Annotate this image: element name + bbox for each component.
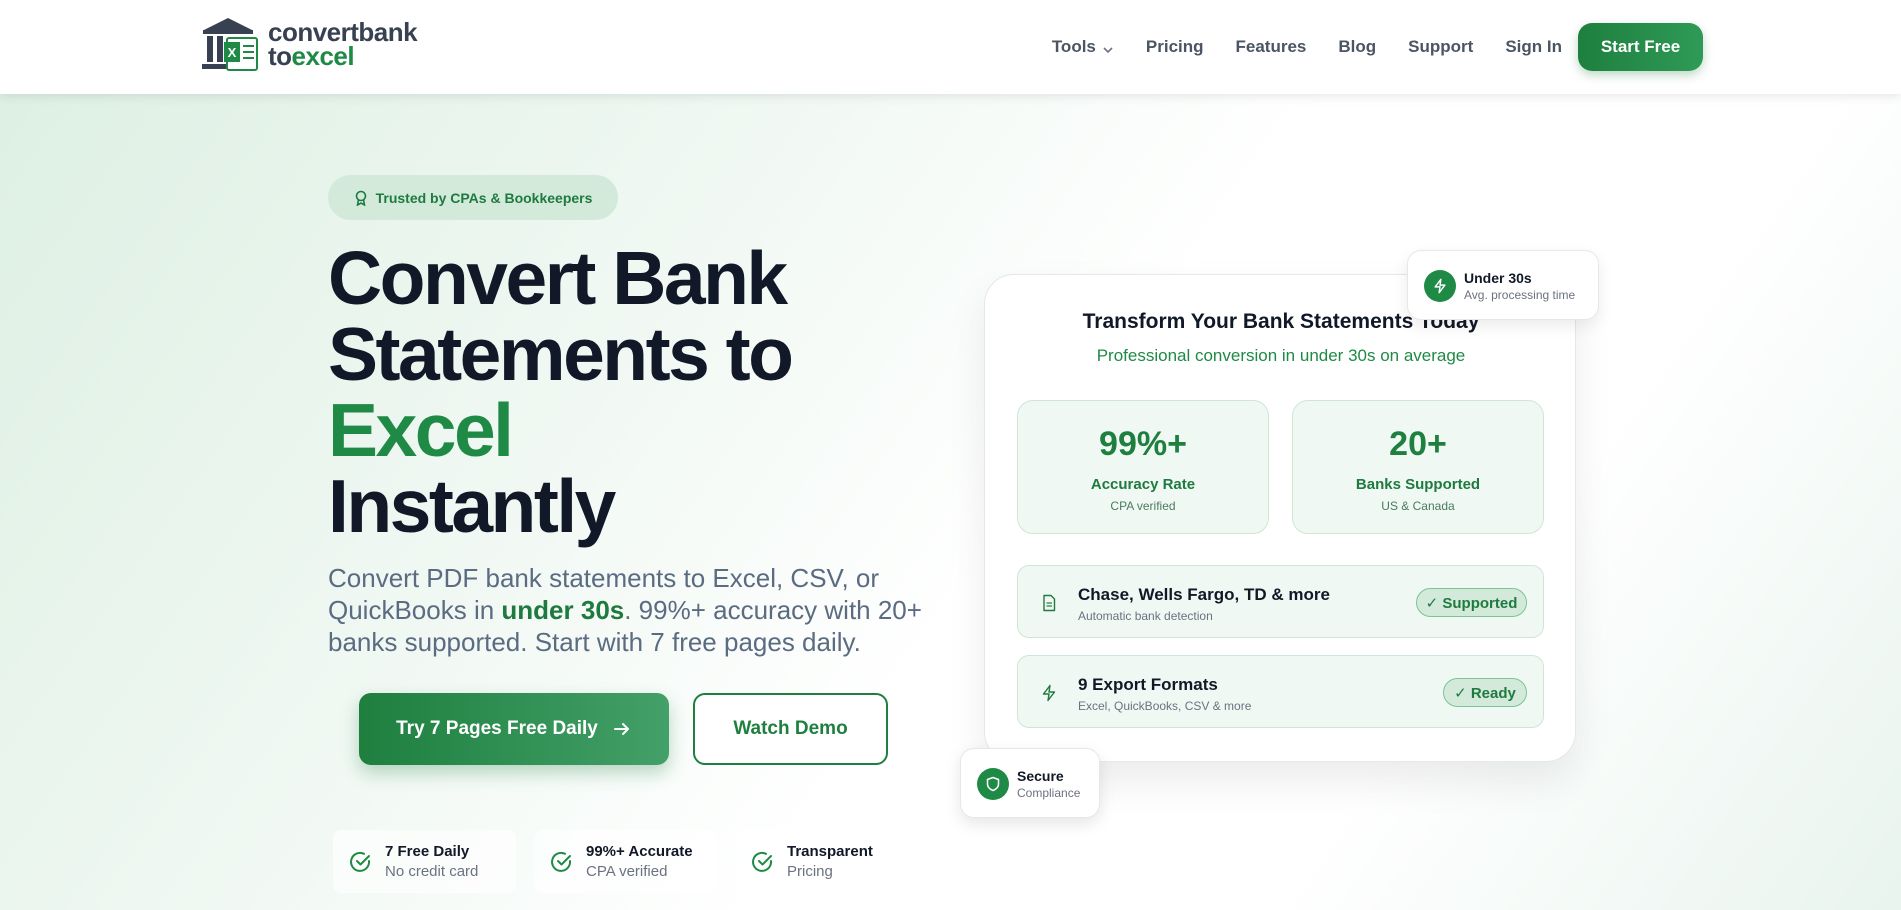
try-free-label: Try 7 Pages Free Daily	[396, 718, 598, 739]
badge-sub: Compliance	[1017, 786, 1081, 800]
row-title: Chase, Wells Fargo, TD & more	[1078, 585, 1330, 604]
chip-sub: No credit card	[385, 862, 479, 880]
row-sub: Automatic bank detection	[1078, 609, 1213, 623]
card-subtitle: Professional conversion in under 30s on …	[1096, 346, 1466, 365]
document-icon	[1043, 594, 1056, 612]
nav-tools-label: Tools	[1051, 37, 1096, 56]
stat-banks: 20+ Banks Supported US & Canada	[1292, 400, 1544, 534]
feature-chip: 7 Free Daily No credit card	[333, 830, 516, 893]
row-title: 9 Export Formats	[1078, 675, 1218, 694]
badge-sub: Avg. processing time	[1464, 288, 1576, 302]
badge-title: Under 30s	[1464, 270, 1532, 286]
check-circle-icon	[551, 851, 572, 872]
secure-compliance-badge: Secure Compliance	[960, 748, 1100, 818]
check-circle-icon	[752, 851, 773, 872]
hero-subtitle-highlight: under 30s	[501, 595, 625, 625]
lightning-icon	[1424, 270, 1456, 302]
stat-value: 20+	[1389, 425, 1447, 463]
chevron-down-icon	[1102, 41, 1114, 54]
svg-text:X: X	[228, 45, 237, 60]
site-header: X convertbank toexcel Tools Pricing Feat…	[0, 0, 1901, 94]
nav-blog[interactable]: Blog	[1338, 37, 1376, 57]
nav-support[interactable]: Support	[1408, 37, 1473, 57]
stat-label: Banks Supported	[1355, 476, 1481, 493]
feature-chip: Transparent Pricing	[735, 830, 920, 893]
chip-sub: Pricing	[787, 862, 833, 880]
chip-title: 7 Free Daily	[385, 842, 470, 860]
chip-title: Transparent	[787, 842, 873, 860]
hero-title-line1: Convert Bank	[328, 236, 788, 320]
chip-sub: CPA verified	[586, 862, 668, 880]
chip-title: 99%+ Accurate	[586, 842, 693, 860]
logo-to: to	[268, 41, 292, 71]
check-circle-icon	[350, 851, 371, 872]
try-free-button[interactable]: Try 7 Pages Free Daily	[359, 693, 669, 765]
processing-time-badge: Under 30s Avg. processing time	[1407, 250, 1599, 320]
stat-sub: US & Canada	[1381, 499, 1455, 513]
trust-badge-label: Trusted by CPAs & Bookkeepers	[375, 189, 593, 206]
stat-sub: CPA verified	[1110, 499, 1176, 513]
nav-sign-in[interactable]: Sign In	[1505, 37, 1562, 57]
hero-title-line4: Instantly	[328, 464, 616, 548]
hero-title: Convert Bank Statements to Excel Instant…	[328, 240, 928, 544]
badge-title: Secure	[1017, 768, 1064, 784]
bank-excel-logo-icon: X	[200, 14, 264, 74]
lightning-icon	[1042, 684, 1056, 702]
feature-row-formats: 9 Export Formats Excel, QuickBooks, CSV …	[1017, 655, 1544, 728]
hero-title-highlight: Excel	[328, 388, 514, 472]
hero-title-line2: Statements to	[328, 312, 794, 396]
nav-tools[interactable]: Tools	[1052, 37, 1114, 57]
feature-chip: 99%+ Accurate CPA verified	[534, 830, 717, 893]
status-badge: ✓ Ready	[1443, 678, 1527, 707]
status-badge: ✓ Supported	[1416, 588, 1527, 617]
hero-subtitle: Convert PDF bank statements to Excel, CS…	[328, 562, 948, 658]
feature-chips: 7 Free Daily No credit card 99%+ Accurat…	[333, 830, 938, 893]
conversion-card: Transform Your Bank Statements Today Pro…	[984, 274, 1576, 762]
row-sub: Excel, QuickBooks, CSV & more	[1078, 699, 1252, 713]
stat-accuracy: 99%+ Accuracy Rate CPA verified	[1017, 400, 1269, 534]
nav-features[interactable]: Features	[1236, 37, 1307, 57]
start-free-button[interactable]: Start Free	[1578, 23, 1703, 71]
nav-pricing[interactable]: Pricing	[1146, 37, 1204, 57]
shield-icon	[977, 768, 1009, 800]
watch-demo-button[interactable]: Watch Demo	[693, 693, 888, 765]
award-icon	[355, 190, 366, 206]
logo-excel: excel	[291, 41, 355, 71]
stat-label: Accuracy Rate	[1090, 476, 1196, 493]
logo-text-line2: toexcel	[268, 41, 417, 71]
arrow-right-icon	[613, 723, 629, 735]
logo[interactable]: X convertbank toexcel	[200, 14, 418, 74]
feature-row-banks: Chase, Wells Fargo, TD & more Automatic …	[1017, 565, 1544, 638]
main-nav: Tools Pricing Features Blog Support Sign…	[1052, 0, 1703, 94]
trust-badge: Trusted by CPAs & Bookkeepers	[328, 175, 618, 220]
stat-value: 99%+	[1099, 425, 1187, 463]
